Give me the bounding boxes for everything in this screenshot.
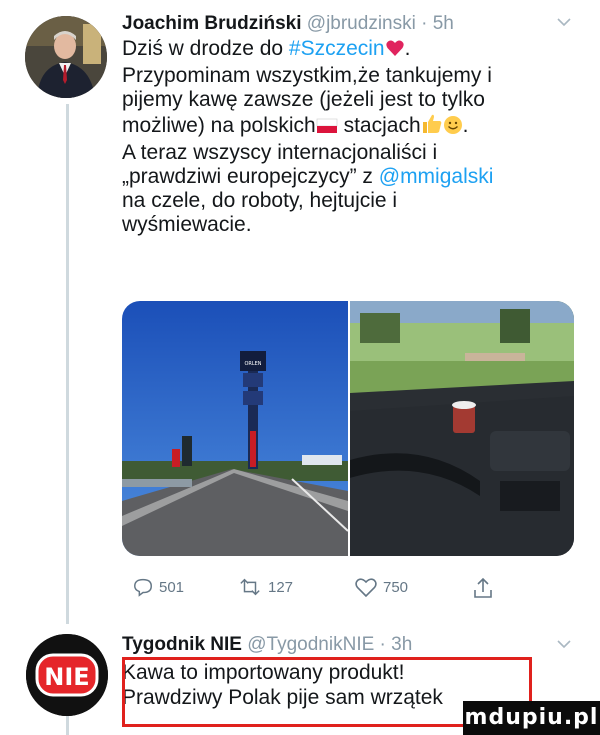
photo-sign-text: ORLEN	[244, 361, 261, 367]
share-icon	[474, 577, 492, 598]
avatar-joachim[interactable]	[25, 16, 107, 98]
polish-flag-emoji	[316, 117, 338, 141]
text-segment: „prawdziwi europejczycy” z	[122, 165, 379, 189]
tweet-media[interactable]: ORLEN	[122, 301, 574, 556]
like-count: 750	[383, 578, 409, 596]
text-segment: stacjach	[337, 113, 421, 137]
avatar-tygodnik-nie[interactable]: NIE	[26, 634, 108, 716]
separator: ·	[374, 634, 392, 655]
heart-emoji	[385, 38, 405, 64]
chevron-down-icon[interactable]	[556, 636, 572, 652]
watermark: mdupiu.pl	[463, 701, 600, 735]
reply-button[interactable]: 501	[132, 576, 184, 598]
text-line: Przypominam wszystkim,że tankujemy i	[122, 64, 492, 88]
tweet-time[interactable]: 3h	[391, 634, 412, 655]
photo-car-interior-coffee[interactable]	[320, 301, 574, 556]
text-line: na czele, do roboty, hejtujcie i	[122, 189, 398, 213]
smile-emoji	[443, 115, 463, 141]
retweet-count: 127	[268, 578, 294, 596]
text-segment: .	[404, 37, 411, 60]
tweet1-header: Joachim Brudziński @jbrudzinski · 5h	[122, 12, 454, 36]
like-button[interactable]: 750	[354, 576, 408, 598]
like-icon	[355, 578, 377, 598]
text-line: A teraz wszyscy internacjonaliści i	[122, 140, 438, 164]
author-name[interactable]: Joachim Brudziński	[122, 13, 302, 34]
separator: ·	[415, 13, 433, 34]
author-name[interactable]: Tygodnik NIE	[122, 634, 242, 655]
author-handle[interactable]: @jbrudzinski	[307, 13, 416, 34]
reply-count: 501	[159, 578, 185, 596]
retweet-button[interactable]: 127	[237, 576, 293, 598]
text-segment: Dziś w drodze do	[122, 37, 289, 60]
photo-gas-station-road[interactable]: ORLEN	[122, 301, 349, 556]
tweet1-text: Dziś w drodze do #Szczecin. Przypominam …	[122, 37, 582, 238]
thumbs-up-emoji	[421, 113, 443, 141]
retweet-icon	[240, 578, 260, 596]
share-button[interactable]	[472, 576, 494, 600]
text-line: wyśmiewacie.	[122, 213, 252, 237]
reply-icon	[134, 578, 152, 597]
hashtag-link[interactable]: #Szczecin	[289, 37, 385, 60]
text-segment: .	[462, 113, 469, 137]
tweet1-actions: 501 127 750	[132, 576, 552, 602]
chevron-down-icon[interactable]	[556, 14, 572, 30]
tweet2-header: Tygodnik NIE @TygodnikNIE · 3h	[122, 633, 412, 657]
text-segment: możliwe) na polskich	[122, 113, 316, 137]
avatar-text: NIE	[44, 663, 89, 691]
tweet-time[interactable]: 5h	[433, 13, 454, 34]
mention-link[interactable]: @mmigalski	[379, 165, 494, 188]
text-line: pijemy kawę zawsze (jeżeli jest to tylko	[122, 88, 485, 112]
thread-line	[66, 104, 69, 624]
author-handle[interactable]: @TygodnikNIE	[247, 634, 374, 655]
thread-line	[66, 716, 69, 735]
